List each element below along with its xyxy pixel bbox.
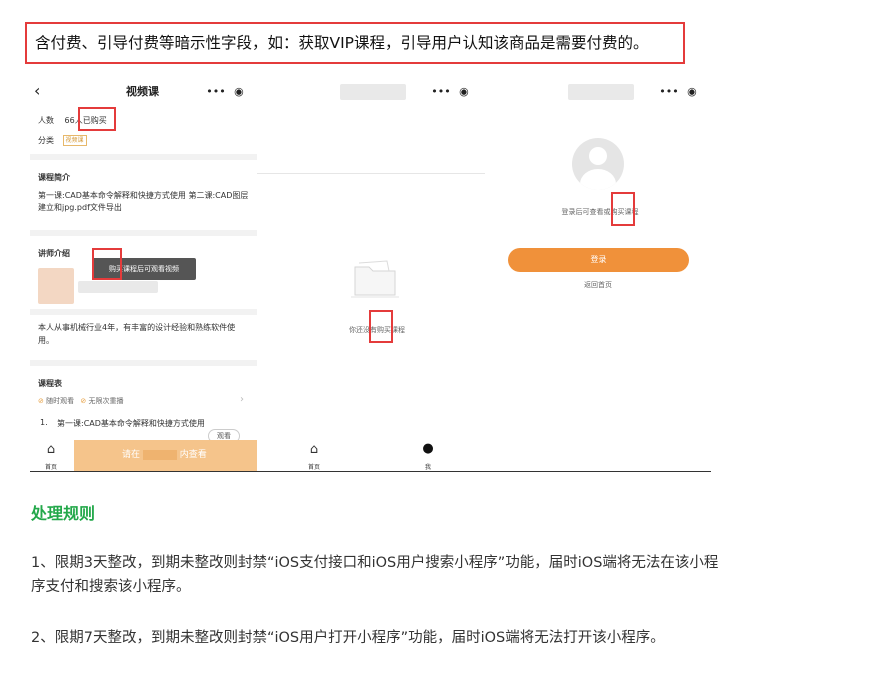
- category-row: 分类 视频课: [38, 135, 87, 146]
- intro-title: 课程简介: [38, 173, 70, 182]
- intro-text: 第一课:CAD基本命令解释和快捷方式使用 第二课:CAD图层建立和jpg.pdf…: [38, 191, 249, 212]
- category-label: 分类: [38, 136, 54, 145]
- buy-prefix: 请在: [122, 450, 141, 460]
- more-icon[interactable]: •••: [659, 85, 678, 98]
- tab-bar: ⌂ 首页 ● 我: [257, 440, 485, 471]
- login-button[interactable]: 登录: [508, 248, 689, 272]
- rules-title: 处理规则: [31, 504, 96, 523]
- check-icon: ⊘: [80, 397, 87, 405]
- divider: [30, 360, 257, 366]
- feature-row: ⊘ 随时观看 ⊘ 无限次重播: [38, 396, 123, 406]
- login-hint: 登录后可查看或购买课程: [561, 208, 639, 216]
- avatar-placeholder-icon: [572, 138, 624, 190]
- page-title: 视频课: [126, 85, 159, 98]
- more-icon[interactable]: •••: [206, 85, 225, 98]
- highlight-box: [611, 192, 635, 226]
- title-redacted: [568, 84, 634, 100]
- lesson-title: 第一课:CAD基本命令解释和快捷方式使用: [57, 419, 205, 428]
- redacted-text: [142, 449, 177, 460]
- home-icon[interactable]: ⌂: [40, 442, 62, 457]
- teacher-name-redacted: [78, 281, 158, 293]
- divider: [30, 230, 257, 236]
- back-home-link[interactable]: 返回首页: [568, 280, 628, 290]
- capsule-menu[interactable]: ••• ◉: [655, 81, 701, 101]
- capsule-menu[interactable]: ••• ◉: [202, 81, 248, 101]
- tab-me-label[interactable]: 我: [417, 462, 439, 471]
- tab-home-label[interactable]: 首页: [303, 462, 325, 471]
- title-redacted: [340, 84, 406, 100]
- teacher-title: 讲师介绍: [38, 249, 70, 258]
- screenshot-empty-purchases: ••• ◉ 你还没有购买课程 ⌂ 首页 ● 我: [257, 78, 485, 471]
- empty-folder-icon: [351, 260, 399, 298]
- screenshot-course-detail: ‹ 视频课 ••• ◉ 人数 66人已购买 分类 视频课 课程简介 第一课:CA…: [30, 78, 257, 471]
- divider: [30, 471, 711, 472]
- tab-home-label[interactable]: 首页: [40, 462, 62, 471]
- screenshot-login: ••• ◉ 登录后可查看或购买课程 登录 返回首页: [485, 78, 711, 471]
- highlight-box: [92, 248, 122, 280]
- category-tag: 视频课: [62, 135, 87, 146]
- more-icon[interactable]: •••: [431, 85, 450, 98]
- teacher-bio: 本人从事机械行业4年，有丰富的设计经验和熟练软件使用。: [38, 323, 236, 345]
- user-icon[interactable]: ●: [417, 441, 439, 456]
- capsule-menu[interactable]: ••• ◉: [427, 81, 473, 101]
- feature-label: 随时观看: [46, 397, 75, 405]
- close-icon[interactable]: ◉: [459, 85, 469, 98]
- close-icon[interactable]: ◉: [687, 85, 697, 98]
- back-icon[interactable]: ‹: [34, 81, 40, 100]
- callout-box: 含付费、引导付费等暗示性字段，如：获取VIP课程，引导用户认知该商品是需要付费的…: [25, 22, 685, 64]
- rule-paragraph-1: 1、限期3天整改，到期未整改则封禁“iOS支付接口和iOS用户搜索小程序”功能，…: [31, 555, 719, 595]
- rule-paragraph-2: 2、限期7天整改，到期未整改则封禁“iOS用户打开小程序”功能，届时iOS端将无…: [31, 630, 665, 646]
- feature-label: 无限次重播: [88, 397, 124, 405]
- highlight-box: [369, 310, 393, 343]
- people-label: 人数: [38, 116, 54, 125]
- avatar: [38, 268, 74, 304]
- highlight-box: [78, 107, 116, 131]
- chevron-right-icon[interactable]: ›: [240, 394, 244, 405]
- callout-text: 含付费、引导付费等暗示性字段，如：获取VIP课程，引导用户认知该商品是需要付费的…: [35, 34, 649, 52]
- divider: [30, 309, 257, 315]
- close-icon[interactable]: ◉: [234, 85, 244, 98]
- check-icon: ⊘: [38, 397, 44, 405]
- lesson-number: 1.: [40, 418, 48, 427]
- schedule-title: 课程表: [38, 379, 62, 388]
- buy-button[interactable]: 请在 内查看: [74, 440, 257, 471]
- divider: [30, 154, 257, 160]
- nav-bar: ‹ 视频课 ••• ◉: [30, 78, 257, 104]
- buy-suffix: 内查看: [179, 450, 207, 460]
- divider: [257, 173, 485, 174]
- home-icon[interactable]: ⌂: [303, 442, 325, 457]
